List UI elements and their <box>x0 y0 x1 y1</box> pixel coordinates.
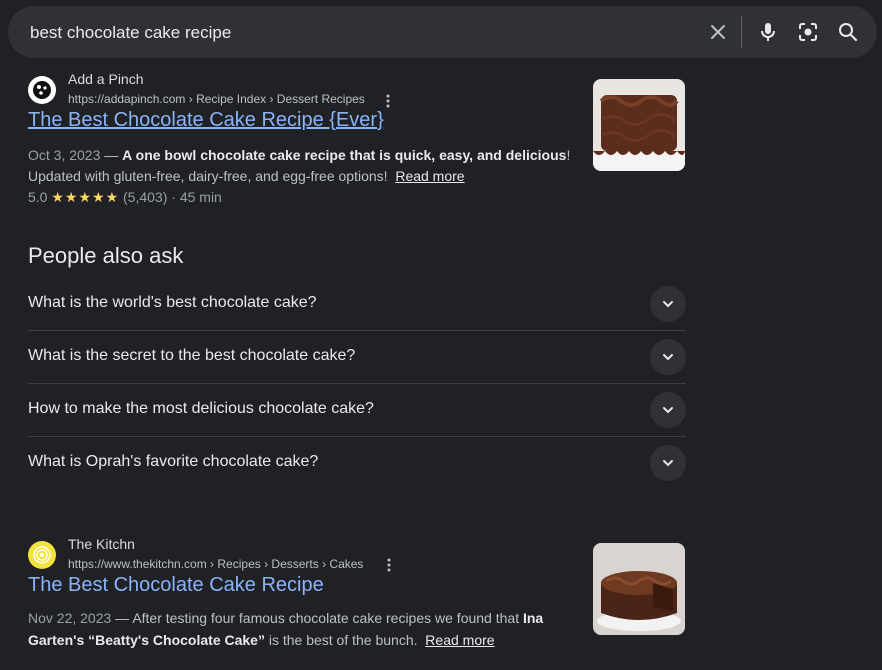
search-input[interactable] <box>28 20 672 46</box>
snippet-text: Updated with gluten-free, dairy-free, an… <box>28 168 388 184</box>
result-source[interactable]: The Kitchn https://www.thekitchn.com › R… <box>28 536 588 577</box>
cook-time: · 45 min <box>171 189 222 205</box>
result-snippet-line2: Updated with gluten-free, dairy-free, an… <box>28 165 465 187</box>
result-thumbnail[interactable] <box>593 79 685 171</box>
snippet-text: After testing four famous chocolate cake… <box>132 610 523 626</box>
search-result-thekitchn: The Kitchn https://www.thekitchn.com › R… <box>28 536 688 667</box>
search-divider <box>741 16 742 48</box>
more-vert-icon[interactable] <box>383 93 393 109</box>
snippet-separator: — <box>111 610 133 626</box>
snippet-punct: ! <box>566 147 571 163</box>
close-icon[interactable] <box>706 20 730 44</box>
site-name: Add a Pinch <box>68 71 144 87</box>
snippet-separator: — <box>100 147 123 163</box>
paa-question-text: What is Oprah's favorite chocolate cake? <box>28 453 319 470</box>
snippet-bold: A one bowl chocolate cake recipe that is… <box>122 147 567 163</box>
chevron-down-icon[interactable] <box>650 392 686 428</box>
result-date: Nov 22, 2023 <box>28 610 112 626</box>
star-rating: ★★★★★ <box>51 189 120 205</box>
result-snippet: Oct 3, 2023 — A one bowl chocolate cake … <box>28 144 570 166</box>
result-date: Oct 3, 2023 <box>28 147 101 163</box>
paa-question[interactable]: What is the secret to the best chocolate… <box>28 331 686 384</box>
site-name: The Kitchn <box>68 536 135 552</box>
paa-question-text: How to make the most delicious chocolate… <box>28 400 374 417</box>
search-icon[interactable] <box>836 20 860 44</box>
chevron-down-icon[interactable] <box>650 339 686 375</box>
search-bar <box>8 6 877 58</box>
result-snippet-line2: Garten's “Beatty's Chocolate Cake” is th… <box>28 629 495 651</box>
paa-question[interactable]: What is Oprah's favorite chocolate cake? <box>28 437 686 489</box>
rating-row: 5.0 ★★★★★ (5,403) · 45 min <box>28 189 222 206</box>
result-thumbnail[interactable] <box>593 543 685 635</box>
paa-question[interactable]: What is the world's best chocolate cake? <box>28 278 686 331</box>
rating-value: 5.0 <box>28 189 48 205</box>
snippet-bold: Ina <box>522 610 544 626</box>
snippet-bold: Garten's “Beatty's Chocolate Cake” <box>28 632 265 648</box>
site-url: https://addapinch.com › Recipe Index › D… <box>68 92 365 106</box>
chevron-down-icon[interactable] <box>650 286 686 322</box>
chevron-down-icon[interactable] <box>650 445 686 481</box>
snippet-text: is the best of the bunch. <box>264 632 418 648</box>
microphone-icon[interactable] <box>756 20 780 44</box>
result-source[interactable]: Add a Pinch https://addapinch.com › Reci… <box>28 71 588 112</box>
more-vert-icon[interactable] <box>384 557 394 573</box>
people-also-ask-heading: People also ask <box>28 243 184 268</box>
result-title[interactable]: The Best Chocolate Cake Recipe <box>28 574 324 597</box>
review-count: (5,403) <box>123 189 168 205</box>
thekitchn-favicon-icon <box>28 541 56 569</box>
result-title[interactable]: The Best Chocolate Cake Recipe {Ever} <box>28 109 384 132</box>
search-result-addapinch: Add a Pinch https://addapinch.com › Reci… <box>28 71 688 212</box>
read-more-link[interactable]: Read more <box>395 168 464 184</box>
camera-lens-icon[interactable] <box>796 20 820 44</box>
read-more-link[interactable]: Read more <box>425 632 494 648</box>
paa-question-text: What is the secret to the best chocolate… <box>28 347 356 364</box>
result-snippet: Nov 22, 2023 — After testing four famous… <box>28 607 543 629</box>
paa-question[interactable]: How to make the most delicious chocolate… <box>28 384 686 437</box>
addapinch-favicon-icon <box>28 76 56 104</box>
site-url: https://www.thekitchn.com › Recipes › De… <box>68 557 364 571</box>
paa-question-text: What is the world's best chocolate cake? <box>28 294 317 311</box>
